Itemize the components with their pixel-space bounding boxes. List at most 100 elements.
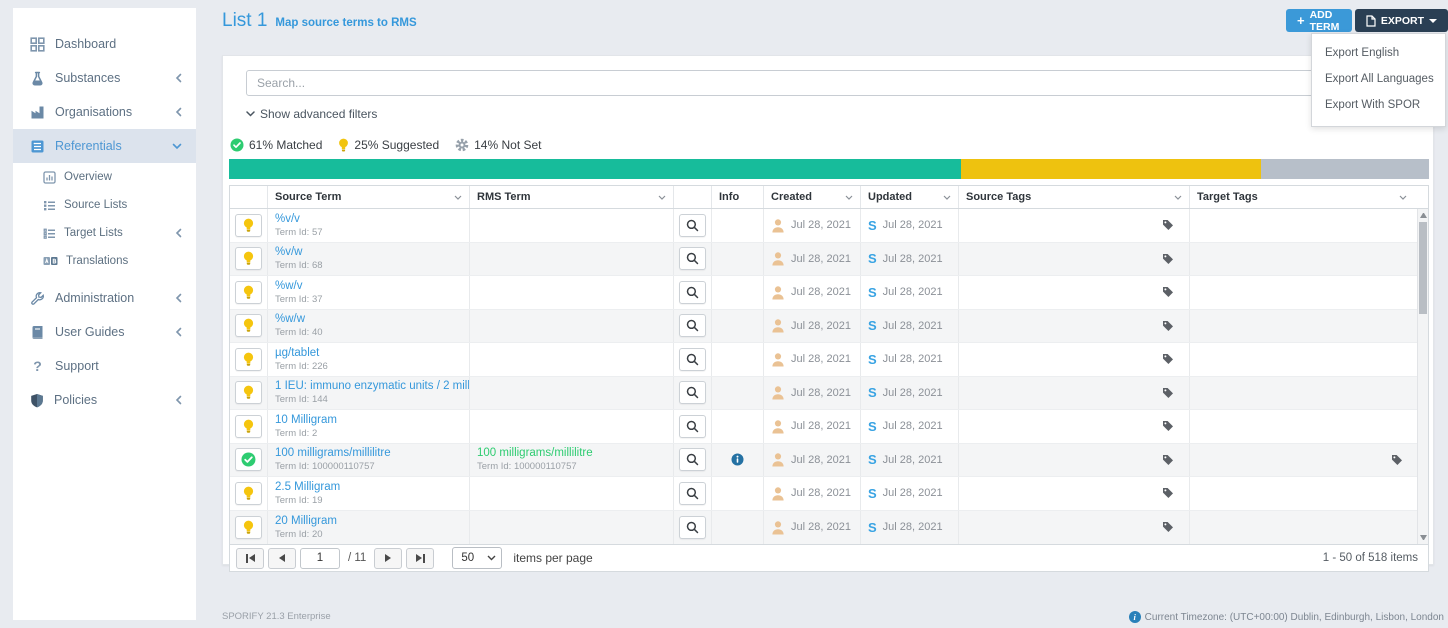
rms-term-text[interactable]: 100 milligrams/millilitre [477,447,593,460]
col-rms-term[interactable]: RMS Term [470,186,674,208]
source-term-id: Term Id: 144 [275,394,328,405]
source-term-link[interactable]: 10 Milligram [275,414,337,427]
scroll-up-icon[interactable] [1420,213,1427,218]
source-term-link[interactable]: 100 milligrams/millilitre [275,447,391,460]
source-term-link[interactable]: µg/tablet [275,347,319,360]
col-created[interactable]: Created [764,186,861,208]
status-button[interactable] [235,448,262,471]
sidebar-item-organisations[interactable]: Organisations [13,95,196,129]
wrench-icon [30,291,45,306]
show-advanced-filters-toggle[interactable]: Show advanced filters [246,107,1410,121]
status-button[interactable] [235,314,262,337]
col-status [230,186,268,208]
updated-date: Jul 28, 2021 [883,487,943,499]
chevron-down-icon[interactable] [943,195,951,200]
updated-date: Jul 28, 2021 [883,521,943,533]
first-page-button[interactable] [236,548,264,569]
export-button[interactable]: EXPORT [1355,9,1448,32]
status-button[interactable] [235,381,262,404]
source-term-link[interactable]: 1 IEU: immuno enzymatic units / 2 millil… [275,380,470,393]
export-english-item[interactable]: Export English [1312,40,1445,66]
search-preview-button[interactable] [679,214,706,237]
source-term-link[interactable]: %w/v [275,280,302,293]
status-button[interactable] [235,348,262,371]
search-preview-button[interactable] [679,415,706,438]
updated-date: Jul 28, 2021 [883,286,943,298]
info-icon[interactable] [731,453,744,466]
add-term-button[interactable]: + ADD TERM [1286,9,1352,32]
next-page-button[interactable] [374,548,402,569]
created-cell: Jul 28, 2021 [764,511,861,545]
search-preview-button[interactable] [679,482,706,505]
col-source-tags[interactable]: Source Tags [959,186,1190,208]
suggested-lightbulb-icon [243,318,254,333]
search-preview-button[interactable] [679,516,706,539]
col-label: Source Term [275,191,341,203]
total-pages-label: / 11 [348,552,366,564]
source-term-link[interactable]: %v/v [275,213,300,226]
caret-down-icon [1429,19,1437,23]
export-all-languages-item[interactable]: Export All Languages [1312,66,1445,92]
page-size-select[interactable]: 50 [452,547,502,569]
status-button[interactable] [235,247,262,270]
search-preview-button[interactable] [679,448,706,471]
chevron-down-icon[interactable] [1399,195,1407,200]
table-header: Source Term RMS Term Info Created Update… [230,186,1428,209]
col-target-tags[interactable]: Target Tags [1190,186,1428,208]
sidebar-item-user-guides[interactable]: User Guides [13,315,196,349]
info-cell [712,243,764,276]
sidebar-item-administration[interactable]: Administration [13,281,196,315]
source-term-link[interactable]: %v/w [275,246,302,259]
created-date: Jul 28, 2021 [791,387,851,399]
source-tags-cell [959,444,1190,477]
target-tags-cell [1190,410,1428,443]
chevron-down-icon[interactable] [454,195,462,200]
search-preview-button[interactable] [679,381,706,404]
created-cell: Jul 28, 2021 [764,477,861,510]
sidebar-item-dashboard[interactable]: Dashboard [13,27,196,61]
rms-term-cell [470,310,674,343]
search-preview-button[interactable] [679,314,706,337]
user-avatar-icon [771,419,785,434]
chevron-down-icon[interactable] [658,195,666,200]
col-label: Created [771,191,812,203]
status-button[interactable] [235,516,262,539]
preview-cell [674,276,712,309]
sidebar-item-overview[interactable]: Overview [13,163,196,191]
status-button[interactable] [235,415,262,438]
sidebar-item-policies[interactable]: Policies [13,383,196,417]
chevron-down-icon[interactable] [1174,195,1182,200]
col-updated[interactable]: Updated [861,186,959,208]
col-info: Info [712,186,764,208]
status-button[interactable] [235,281,262,304]
sidebar-item-support[interactable]: ? Support [13,349,196,383]
source-term-link[interactable]: %w/w [275,313,305,326]
col-source-term[interactable]: Source Term [268,186,470,208]
sidebar-item-substances[interactable]: Substances [13,61,196,95]
page-number-input[interactable] [300,548,340,569]
last-page-button[interactable] [406,548,434,569]
sidebar-item-translations[interactable]: Translations [13,247,196,275]
scroll-down-icon[interactable] [1420,535,1427,540]
sidebar-item-referentials[interactable]: Referentials [13,129,196,163]
sidebar-item-source-lists[interactable]: Source Lists [13,191,196,219]
search-preview-button[interactable] [679,247,706,270]
preview-cell [674,243,712,276]
table-scrollbar[interactable] [1417,209,1428,544]
status-button[interactable] [235,482,262,505]
source-term-link[interactable]: 2.5 Milligram [275,481,340,494]
created-date: Jul 28, 2021 [791,420,851,432]
scrollbar-thumb[interactable] [1419,222,1427,314]
status-cell [230,477,268,510]
search-input[interactable] [246,70,1410,96]
suggested-lightbulb-icon [243,285,254,300]
chevron-down-icon[interactable] [845,195,853,200]
previous-page-button[interactable] [268,548,296,569]
search-preview-button[interactable] [679,281,706,304]
chevron-left-icon [175,73,182,83]
source-term-link[interactable]: 20 Milligram [275,515,337,528]
status-button[interactable] [235,214,262,237]
export-with-spor-item[interactable]: Export With SPOR [1312,92,1445,118]
search-preview-button[interactable] [679,348,706,371]
sidebar-item-target-lists[interactable]: Target Lists [13,219,196,247]
